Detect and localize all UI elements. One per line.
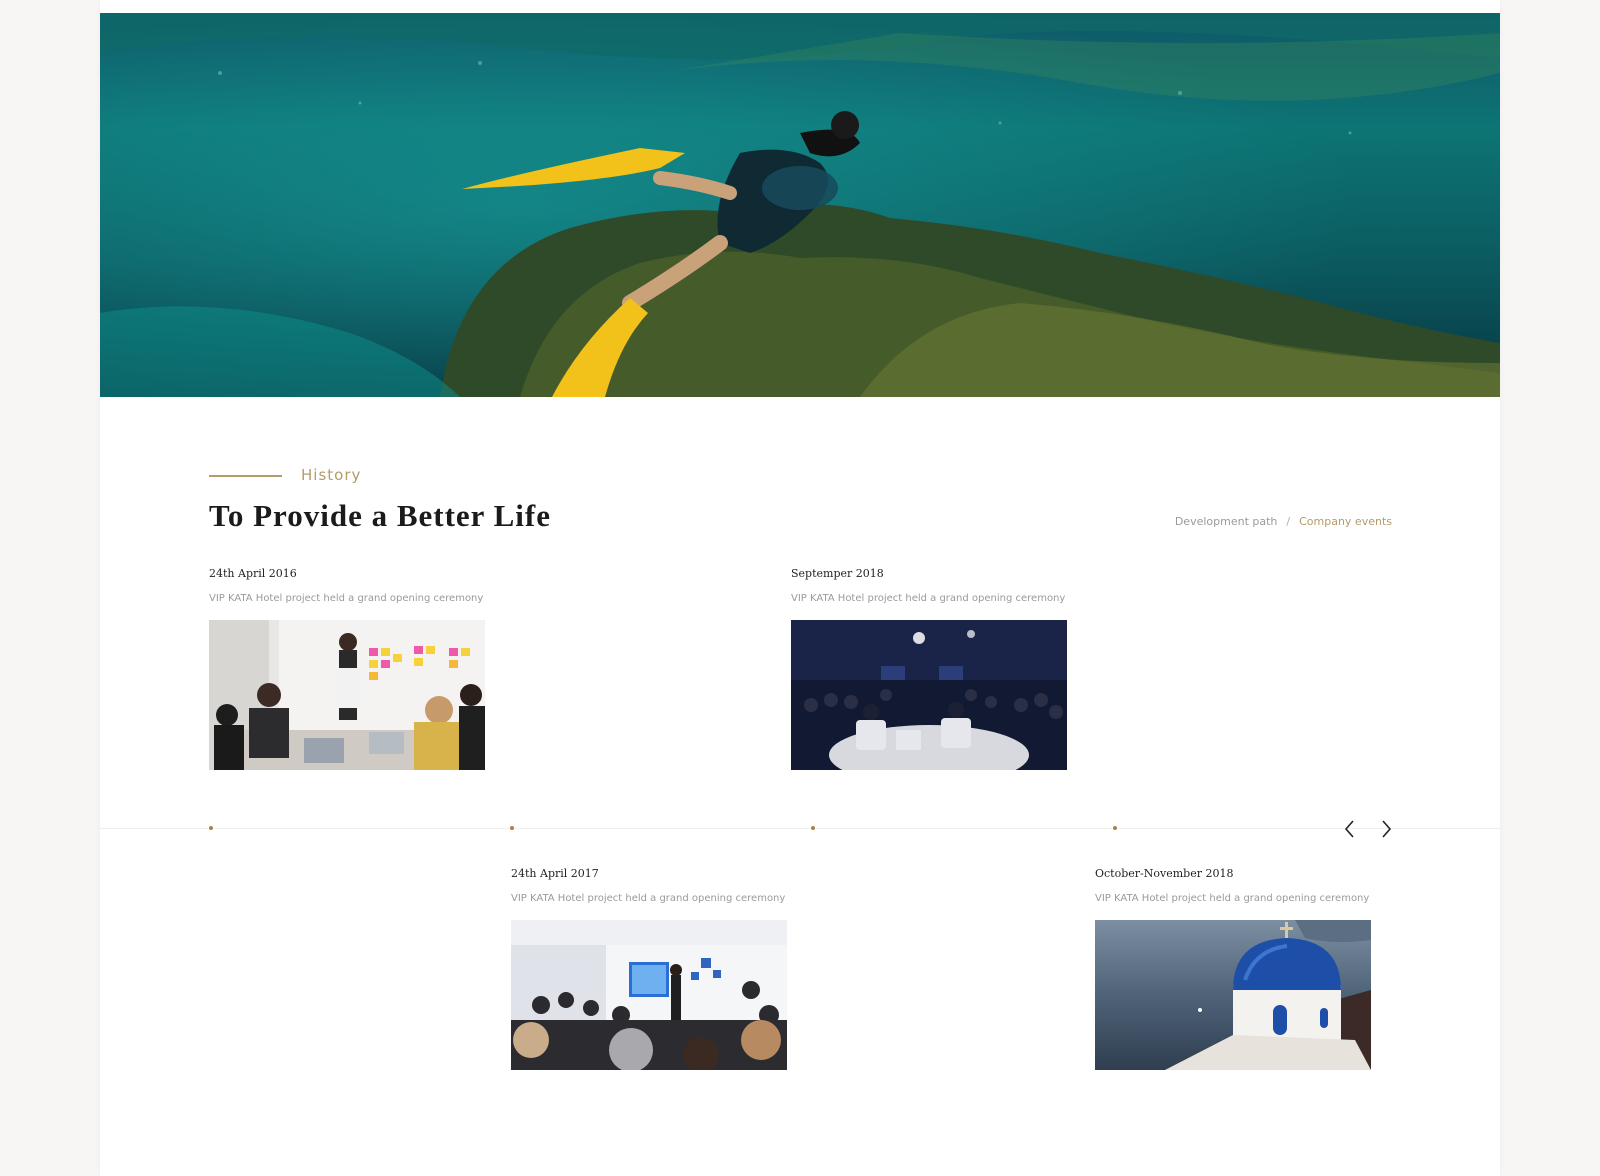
event-description: VIP KATA Hotel project held a grand open… — [791, 593, 1066, 604]
event-photo-santorini[interactable] — [1095, 920, 1371, 1070]
timeline-dot[interactable] — [510, 826, 514, 830]
hero-image — [100, 13, 1500, 397]
timeline-event: Septemper 2018 VIP KATA Hotel project he… — [791, 567, 1067, 770]
timeline-event: 24th April 2017 VIP KATA Hotel project h… — [511, 867, 787, 1070]
timeline-dot[interactable] — [811, 826, 815, 830]
chevron-right-icon[interactable] — [1376, 818, 1396, 840]
tab-separator: / — [1286, 515, 1291, 528]
timeline-dot[interactable] — [209, 826, 213, 830]
chevron-left-icon[interactable] — [1340, 818, 1360, 840]
event-description: VIP KATA Hotel project held a grand open… — [1095, 893, 1370, 904]
event-date: Septemper 2018 — [791, 567, 884, 580]
page: History To Provide a Better Life Develop… — [100, 0, 1500, 1176]
timeline-event: October-November 2018 VIP KATA Hotel pro… — [1095, 867, 1371, 1070]
event-description: VIP KATA Hotel project held a grand open… — [209, 593, 484, 604]
tab-development-path[interactable]: Development path — [1175, 515, 1278, 528]
section-title: To Provide a Better Life — [209, 498, 551, 533]
event-date: 24th April 2017 — [511, 867, 599, 880]
section-eyebrow: History — [301, 466, 362, 484]
event-photo-team-meeting[interactable] — [209, 620, 485, 770]
event-date: October-November 2018 — [1095, 867, 1234, 880]
eyebrow-divider — [209, 475, 282, 477]
event-date: 24th April 2016 — [209, 567, 297, 580]
event-description: VIP KATA Hotel project held a grand open… — [511, 893, 786, 904]
timeline-track — [100, 828, 1500, 829]
timeline-event: 24th April 2016 VIP KATA Hotel project h… — [209, 567, 485, 770]
timeline-dot[interactable] — [1113, 826, 1117, 830]
event-filter-tabs: Development path / Company events — [1175, 515, 1392, 528]
event-photo-conference[interactable] — [511, 920, 787, 1070]
tab-company-events[interactable]: Company events — [1299, 515, 1392, 528]
event-photo-panel-discussion[interactable] — [791, 620, 1067, 770]
